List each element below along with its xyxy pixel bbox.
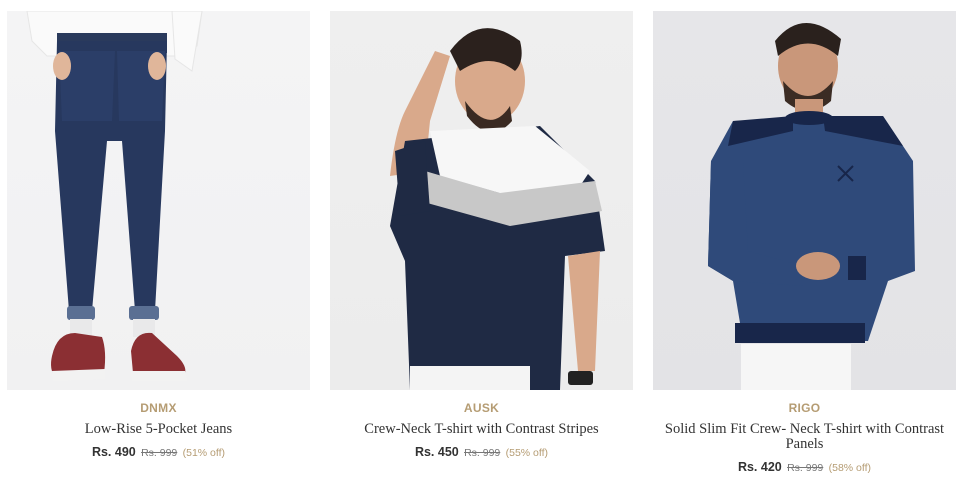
original-price: Rs. 999 [787,462,824,474]
tshirt-panels-product-photo [708,22,915,390]
discount-label: (51% off) [182,447,226,459]
product-image[interactable] [653,11,956,390]
product-title[interactable]: Low-Rise 5-Pocket Jeans [7,422,310,437]
product-card[interactable]: DNMX Low-Rise 5-Pocket Jeans Rs. 490 Rs.… [7,11,310,460]
selling-price: Rs. 490 [91,445,136,459]
price-row: Rs. 420 Rs. 999 (58% off) [653,460,956,475]
original-price: Rs. 999 [464,447,501,459]
product-grid: DNMX Low-Rise 5-Pocket Jeans Rs. 490 Rs.… [0,0,964,491]
selling-price: Rs. 450 [414,445,459,459]
price-row: Rs. 490 Rs. 999 (51% off) [7,445,310,460]
discount-label: (58% off) [828,462,872,474]
product-card[interactable]: AUSK Crew-Neck T-shirt with Contrast Str… [330,11,633,460]
tshirt-stripes-product-photo [390,28,605,390]
product-title[interactable]: Solid Slim Fit Crew- Neck T-shirt with C… [653,422,956,452]
product-image[interactable] [7,11,310,390]
discount-label: (55% off) [505,447,549,459]
brand-name: DNMX [140,401,177,415]
brand-name: AUSK [463,401,500,415]
price-row: Rs. 450 Rs. 999 (55% off) [330,445,633,460]
jeans-product-photo [26,11,203,381]
product-card[interactable]: RIGO Solid Slim Fit Crew- Neck T-shirt w… [653,11,956,475]
brand-name: RIGO [788,401,821,415]
product-image[interactable] [330,11,633,390]
selling-price: Rs. 420 [737,460,782,474]
product-title[interactable]: Crew-Neck T-shirt with Contrast Stripes [330,422,633,437]
original-price: Rs. 999 [141,447,178,459]
